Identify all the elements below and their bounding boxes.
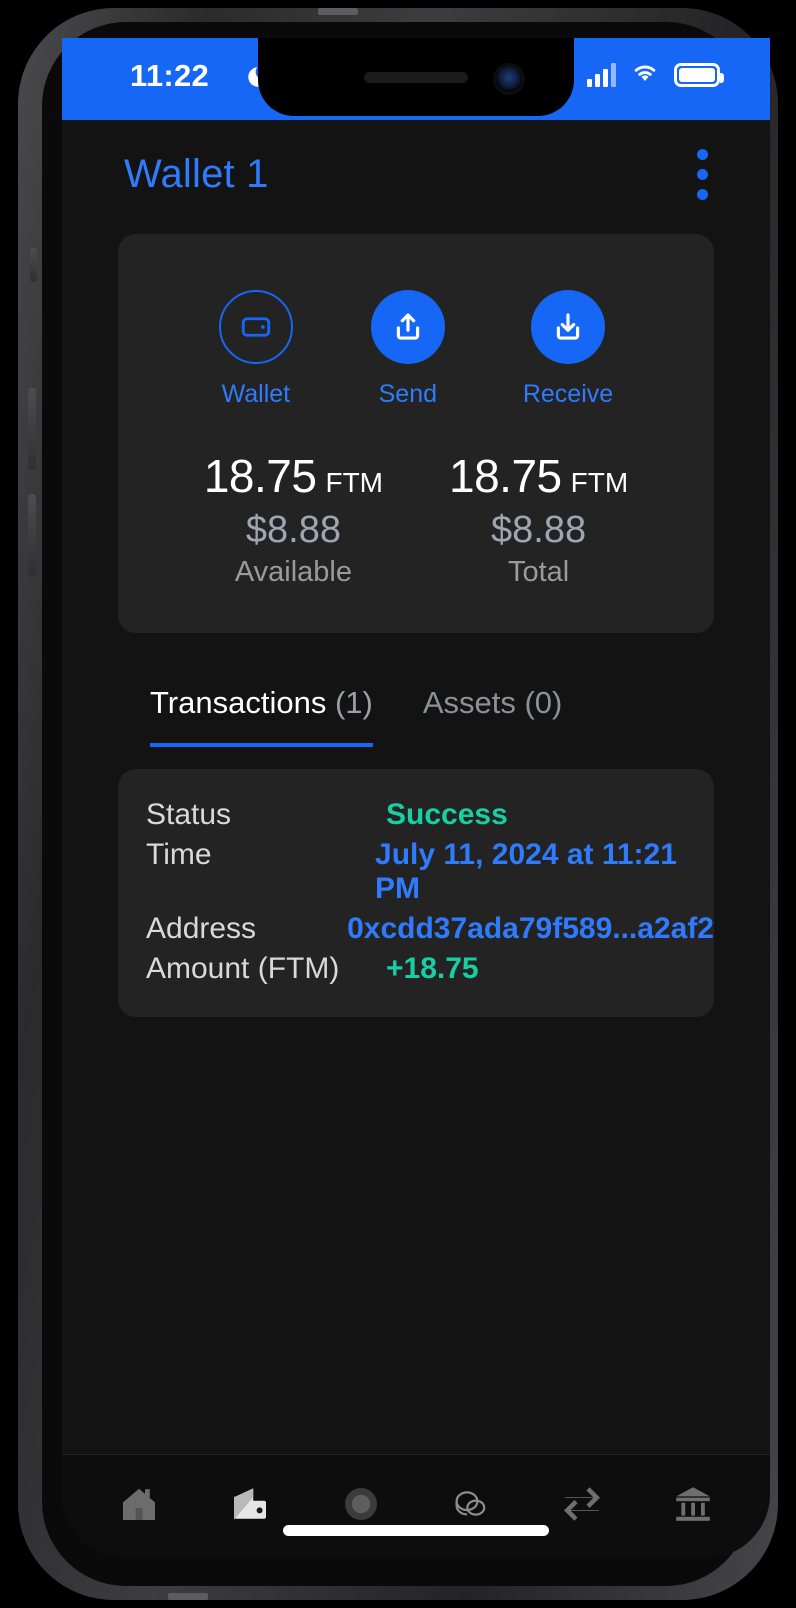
swap-icon xyxy=(558,1480,606,1533)
table-row: Address 0xcdd37ada79f589...a2af2 xyxy=(118,909,714,949)
home-icon xyxy=(115,1480,163,1533)
mute-switch[interactable] xyxy=(30,248,37,282)
address-value[interactable]: 0xcdd37ada79f589...a2af2 xyxy=(347,912,714,946)
status-indicators xyxy=(587,60,724,89)
wallet-action-button[interactable]: Wallet xyxy=(218,290,293,409)
status-bar: 11:22 xyxy=(62,38,770,120)
tab-transactions-label: Transactions xyxy=(150,685,327,720)
battery-full-icon xyxy=(674,62,724,87)
table-row: Status Success xyxy=(118,795,714,835)
bank-icon xyxy=(669,1480,717,1533)
balance-row: 18.75 FTM $8.88 Available 18.75 FTM $8.8… xyxy=(118,449,714,589)
action-buttons-row: Wallet Send Receive xyxy=(118,290,714,409)
nav-item-wallet[interactable] xyxy=(217,1474,283,1540)
tab-bar: Transactions (1) Assets (0) xyxy=(62,685,770,747)
cellular-signal-icon xyxy=(587,62,616,87)
time-label: Time xyxy=(146,838,212,871)
bottom-navigation-bar xyxy=(62,1454,770,1558)
download-icon xyxy=(530,290,605,364)
volume-down-button[interactable] xyxy=(28,494,36,576)
status-label: Status xyxy=(146,798,232,831)
page-title: Wallet 1 xyxy=(124,151,269,196)
nav-item-swap[interactable] xyxy=(549,1474,615,1540)
wallet-icon xyxy=(226,1480,274,1533)
time-value: July 11, 2024 at 11:21 PM xyxy=(375,838,677,905)
app-header: Wallet 1 xyxy=(62,120,770,228)
tab-transactions[interactable]: Transactions (1) xyxy=(150,685,373,747)
send-action-button[interactable]: Send xyxy=(370,290,445,409)
total-amount: 18.75 xyxy=(449,450,562,502)
available-balance: 18.75 FTM $8.88 Available xyxy=(204,449,383,589)
overflow-menu-icon[interactable] xyxy=(689,141,716,208)
front-camera xyxy=(496,66,522,92)
tab-assets[interactable]: Assets (0) xyxy=(423,685,563,747)
available-fiat: $8.88 xyxy=(245,509,341,551)
transaction-card[interactable]: Status Success Time July 11, 2024 at 11:… xyxy=(118,769,714,1017)
amount-label: Amount (FTM) xyxy=(146,952,340,985)
upload-icon xyxy=(370,290,445,364)
home-indicator[interactable] xyxy=(283,1525,549,1536)
available-ticker: FTM xyxy=(325,467,383,498)
total-ticker: FTM xyxy=(570,467,629,498)
receive-action-label: Receive xyxy=(522,380,614,408)
table-row: Time July 11, 2024 at 11:21 PM xyxy=(118,835,714,909)
wallet-icon xyxy=(218,290,293,364)
earpiece-speaker xyxy=(364,72,468,83)
available-amount: 18.75 xyxy=(203,450,317,502)
amount-value: +18.75 xyxy=(386,952,479,985)
status-time: 11:22 xyxy=(130,58,210,93)
phone-screen: 11:22 Wallet 1 Wallet Send Receive 18.75… xyxy=(62,38,770,1558)
nav-item-bank[interactable] xyxy=(660,1474,726,1540)
tab-transactions-count: (1) xyxy=(334,685,373,720)
phone-frame: 11:22 Wallet 1 Wallet Send Receive 18.75… xyxy=(18,8,778,1600)
volume-up-button[interactable] xyxy=(28,388,36,470)
frame-seam xyxy=(168,1593,208,1600)
tab-assets-count: (0) xyxy=(524,685,563,720)
total-fiat: $8.88 xyxy=(491,509,587,551)
tab-assets-label: Assets xyxy=(422,685,516,720)
nav-item-home[interactable] xyxy=(106,1474,172,1540)
balance-card: Wallet Send Receive 18.75 FTM $8.88 Avai… xyxy=(118,234,714,633)
status-badge: Success xyxy=(386,798,508,831)
frame-seam xyxy=(318,8,358,15)
available-caption: Available xyxy=(234,556,352,588)
total-caption: Total xyxy=(507,556,570,588)
wallet-action-label: Wallet xyxy=(221,380,291,408)
notch xyxy=(258,38,574,116)
receive-action-button[interactable]: Receive xyxy=(523,290,613,409)
send-action-label: Send xyxy=(378,380,438,408)
wifi-icon xyxy=(630,60,660,89)
address-label: Address xyxy=(146,912,257,945)
table-row: Amount (FTM) +18.75 xyxy=(118,949,714,989)
total-balance: 18.75 FTM $8.88 Total xyxy=(449,449,628,589)
